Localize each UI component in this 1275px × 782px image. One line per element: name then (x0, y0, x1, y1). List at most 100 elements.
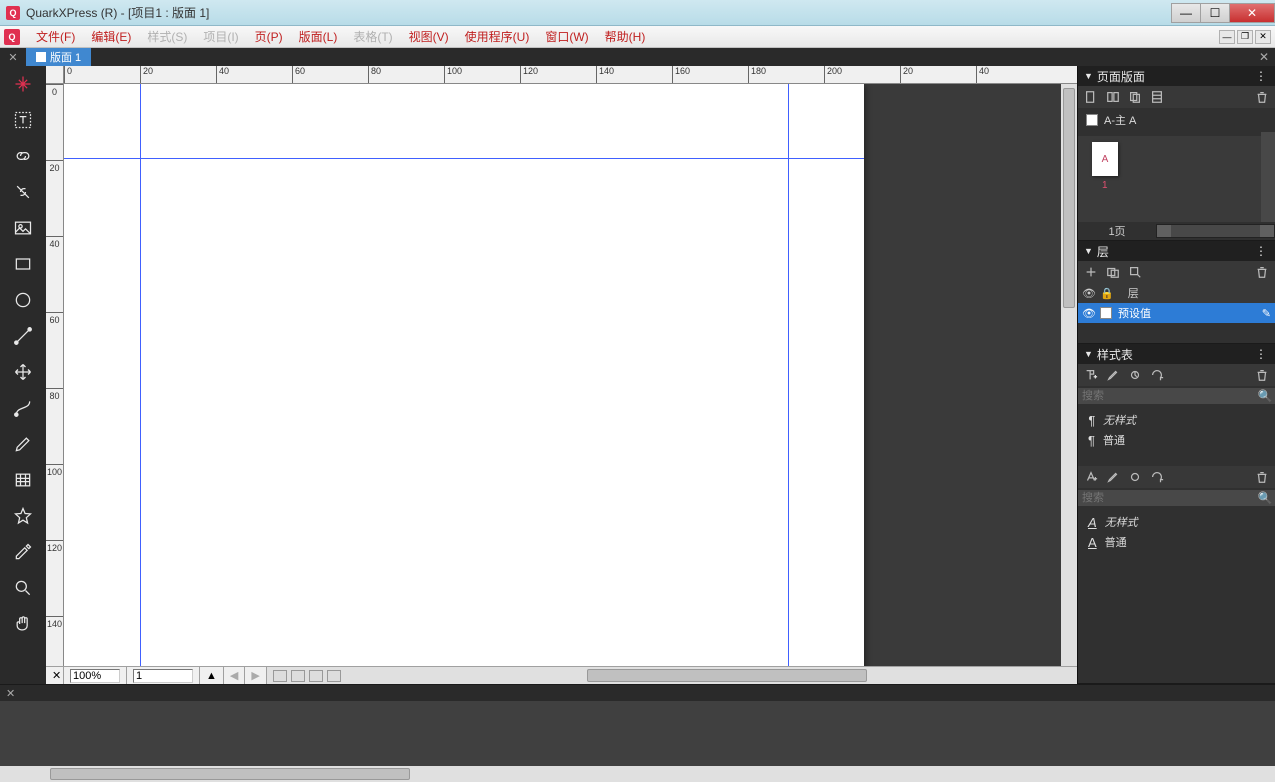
char-style-none[interactable]: A无样式 (1084, 512, 1269, 532)
char-style-search[interactable] (1078, 490, 1255, 506)
move-tool[interactable] (0, 354, 46, 390)
char-style-normal[interactable]: A普通 (1084, 532, 1269, 552)
delete-page-icon[interactable] (1255, 90, 1269, 104)
panel-stylesheets-header[interactable]: ▼ 样式表 ⋮ (1078, 344, 1275, 364)
refresh-char-style-icon[interactable] (1150, 470, 1164, 484)
star-tool[interactable] (0, 498, 46, 534)
text-tool[interactable] (0, 102, 46, 138)
guide-vertical-right[interactable] (788, 84, 789, 666)
panel-page-layout-header[interactable]: ▼ 页面版面 ⋮ (1078, 66, 1275, 86)
eyedropper-tool[interactable] (0, 534, 46, 570)
item-tool[interactable] (0, 66, 46, 102)
horizontal-scroll-thumb[interactable] (587, 669, 867, 682)
search-icon[interactable]: 🔍 (1255, 388, 1275, 404)
new-blank-page-icon[interactable] (1084, 90, 1098, 104)
page-panel-hscroll-left[interactable] (1157, 225, 1171, 237)
para-style-normal[interactable]: ¶普通 (1084, 430, 1269, 450)
menu-layout[interactable]: 版面(L) (291, 25, 346, 48)
merge-layer-icon[interactable] (1106, 265, 1120, 279)
menu-file[interactable]: 文件(F) (28, 25, 83, 48)
new-facing-page-icon[interactable] (1106, 90, 1120, 104)
vertical-scrollbar[interactable] (1061, 84, 1077, 666)
view-mode-2[interactable] (291, 670, 305, 682)
horizontal-ruler[interactable]: 0204060801001201401601802002040 (46, 66, 1077, 84)
oval-tool[interactable] (0, 282, 46, 318)
search-icon[interactable]: 🔍 (1255, 490, 1275, 506)
section-icon[interactable] (1150, 90, 1164, 104)
master-page-label[interactable]: A-主 A (1104, 112, 1136, 128)
vertical-scroll-thumb[interactable] (1063, 88, 1075, 308)
page-panel-hscroll[interactable] (1156, 224, 1275, 238)
view-mode-3[interactable] (309, 670, 323, 682)
mdi-close-button[interactable]: ✕ (1255, 30, 1271, 44)
rectangle-tool[interactable] (0, 246, 46, 282)
layer-visibility-icon[interactable]: 👁 (1082, 307, 1094, 320)
page-input[interactable] (133, 669, 193, 683)
page-prev-button[interactable]: ◀ (224, 667, 245, 684)
menu-window[interactable]: 窗口(W) (537, 25, 596, 48)
para-style-none[interactable]: ¶无样式 (1084, 410, 1269, 430)
edit-style-icon[interactable] (1106, 368, 1120, 382)
table-tool[interactable] (0, 462, 46, 498)
tab-collapse-icon[interactable]: ✕ (1253, 48, 1275, 66)
bottom-scroll-thumb[interactable] (50, 768, 410, 780)
zoom-input[interactable] (70, 669, 120, 683)
menu-help[interactable]: 帮助(H) (597, 25, 654, 48)
new-layer-icon[interactable] (1084, 265, 1098, 279)
horizontal-scrollbar[interactable] (347, 667, 1077, 684)
delete-style-icon[interactable] (1255, 368, 1269, 382)
menu-style[interactable]: 样式(S) (139, 25, 195, 48)
document-tab[interactable]: 版面 1 (26, 48, 91, 66)
mdi-restore-button[interactable]: ❐ (1237, 30, 1253, 44)
vertical-ruler[interactable]: 020406080100120140 (46, 84, 64, 666)
close-button[interactable]: ✕ (1229, 3, 1275, 23)
panel-menu-icon[interactable]: ⋮ (1255, 69, 1269, 83)
bottom-scrollbar[interactable] (0, 766, 1275, 782)
page[interactable] (64, 84, 864, 666)
new-char-style-icon[interactable] (1084, 470, 1098, 484)
export-icon[interactable] (327, 670, 341, 682)
layer-row-default[interactable]: 👁 预设值 ✎ (1078, 303, 1275, 323)
menu-logo-icon[interactable]: Q (4, 29, 20, 45)
menu-view[interactable]: 视图(V) (401, 25, 457, 48)
tab-close-icon[interactable]: ✕ (0, 48, 26, 66)
panel-layers-header[interactable]: ▼ 层 ⋮ (1078, 241, 1275, 261)
page-panel-hscroll-right[interactable] (1260, 225, 1274, 237)
layer-color-swatch[interactable] (1100, 307, 1112, 319)
page-up-button[interactable]: ▲ (200, 667, 224, 684)
para-style-search[interactable] (1078, 388, 1255, 404)
new-para-style-icon[interactable] (1084, 368, 1098, 382)
view-mode-1[interactable] (273, 670, 287, 682)
delete-layer-icon[interactable] (1255, 265, 1269, 279)
pan-tool[interactable] (0, 606, 46, 642)
update-style-icon[interactable] (1128, 368, 1142, 382)
line-tool[interactable] (0, 318, 46, 354)
refresh-style-icon[interactable] (1150, 368, 1164, 382)
mdi-minimize-button[interactable]: — (1219, 30, 1235, 44)
edit-char-style-icon[interactable] (1106, 470, 1120, 484)
page-next-button[interactable]: ▶ (245, 667, 266, 684)
link-tool[interactable] (0, 138, 46, 174)
pen-tool[interactable] (0, 426, 46, 462)
layer-edit-icon[interactable]: ✎ (1262, 307, 1271, 320)
guide-vertical-left[interactable] (140, 84, 141, 666)
menu-utilities[interactable]: 使用程序(U) (457, 25, 538, 48)
panel-menu-icon[interactable]: ⋮ (1255, 244, 1269, 258)
duplicate-page-icon[interactable] (1128, 90, 1142, 104)
ruler-origin[interactable] (46, 66, 64, 84)
delete-char-style-icon[interactable] (1255, 470, 1269, 484)
minimize-button[interactable]: — (1171, 3, 1201, 23)
status-close-icon[interactable]: ✕ (46, 667, 64, 684)
guide-horizontal[interactable] (64, 158, 864, 159)
move-layer-icon[interactable] (1128, 265, 1142, 279)
page-viewport[interactable] (64, 84, 1061, 666)
page-thumbnail[interactable]: A (1092, 142, 1118, 176)
menu-edit[interactable]: 编辑(E) (83, 25, 139, 48)
unlink-tool[interactable] (0, 174, 46, 210)
bottom-panel-close-icon[interactable]: ✕ (6, 687, 15, 700)
panel-menu-icon[interactable]: ⋮ (1255, 347, 1269, 361)
update-char-style-icon[interactable] (1128, 470, 1142, 484)
menu-page[interactable]: 页(P) (247, 25, 291, 48)
bezier-tool[interactable] (0, 390, 46, 426)
maximize-button[interactable]: ☐ (1200, 3, 1230, 23)
